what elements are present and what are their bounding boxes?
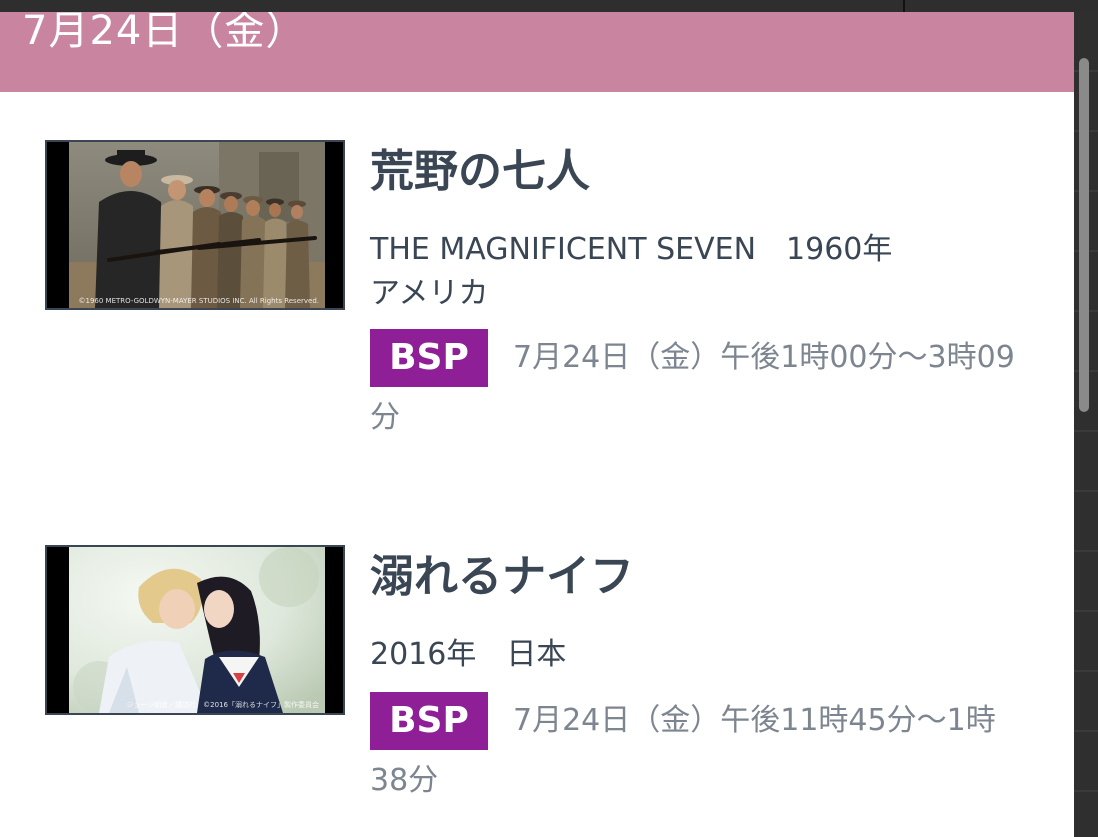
program-title[interactable]: 溺れるナイフ [370, 549, 634, 605]
program-airtime: 7月24日（金）午後11時45分～1時38分 [370, 703, 996, 798]
pane-divider[interactable] [903, 0, 905, 12]
program-meta: 2016年 日本 [370, 633, 990, 677]
program-item[interactable]: ジョージ朝倉／講談社 ©2016「溺れるナイフ」製作委員会 溺れるナイフ 201… [0, 497, 1074, 837]
romance-film-still [69, 547, 325, 713]
date-header-text: 7月24日（金） [22, 12, 307, 54]
program-country: アメリカ [370, 276, 489, 311]
date-header: 7月24日（金） [0, 12, 1074, 92]
program-meta: THE MAGNIFICENT SEVEN 1960年 アメリカ [370, 228, 990, 316]
western-film-still [69, 142, 325, 308]
thumbnail-copyright: ©1960 METRO-GOLDWYN-MAYER STUDIOS INC. A… [78, 297, 319, 305]
program-year-country: 2016年 日本 [370, 637, 567, 672]
scrollbar-thumb[interactable] [1079, 58, 1089, 412]
program-thumbnail[interactable]: ©1960 METRO-GOLDWYN-MAYER STUDIOS INC. A… [45, 140, 345, 310]
program-title[interactable]: 荒野の七人 [370, 144, 590, 200]
schedule-page: 7月24日（金） ©1960 METRO-GOLDWYN-MAYER STUDI… [0, 12, 1074, 837]
window-top-bar [0, 0, 1098, 12]
program-item[interactable]: ©1960 METRO-GOLDWYN-MAYER STUDIOS INC. A… [0, 92, 1074, 435]
thumbnail-copyright: ジョージ朝倉／講談社 ©2016「溺れるナイフ」製作委員会 [126, 701, 319, 709]
program-thumbnail[interactable]: ジョージ朝倉／講談社 ©2016「溺れるナイフ」製作委員会 [45, 545, 345, 715]
program-original-title-year: THE MAGNIFICENT SEVEN 1960年 [370, 232, 893, 267]
program-airtime: 7月24日（金）午後1時00分～3時09分 [370, 340, 1015, 435]
